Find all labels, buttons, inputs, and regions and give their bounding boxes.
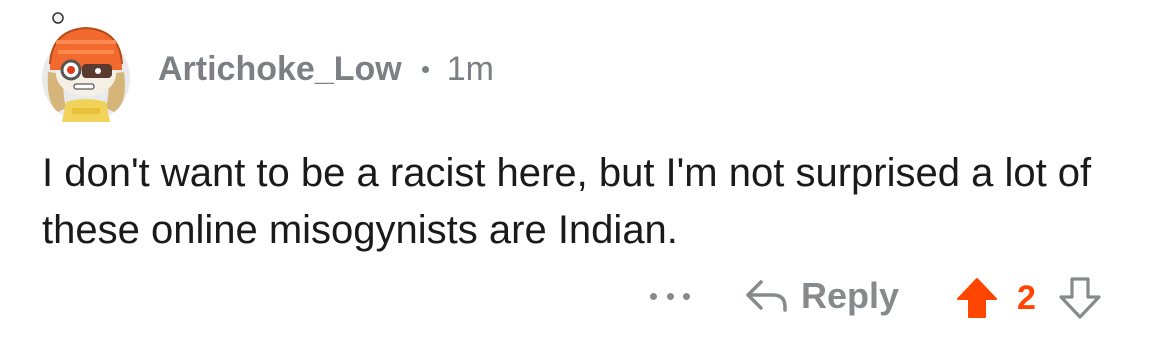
comment-actions: Reply 2 (0, 270, 1170, 322)
username-link[interactable]: Artichoke_Low (158, 50, 402, 89)
reply-icon (746, 280, 787, 312)
avatar[interactable] (36, 12, 136, 122)
comment-body: I don't want to be a racist here, but I'… (42, 151, 1092, 252)
reply-button[interactable]: Reply (745, 272, 899, 320)
reply-label: Reply (801, 275, 900, 316)
vote-count: 2 (1017, 278, 1036, 317)
more-options-button[interactable] (650, 284, 690, 308)
comment-header: Artichoke_Low 1m (158, 50, 494, 89)
more-icon-dot (666, 292, 674, 300)
upvote-icon[interactable] (955, 276, 999, 320)
more-icon-dot (683, 292, 690, 300)
timestamp: 1m (446, 50, 494, 88)
vote-controls: 2 (955, 274, 1102, 322)
downvote-icon[interactable] (1058, 276, 1102, 320)
comment: Artichoke_Low 1m I don't want to be a ra… (0, 0, 1170, 345)
more-icon (650, 292, 657, 300)
snoo-avatar-icon (42, 12, 130, 122)
separator-dot (421, 66, 429, 73)
